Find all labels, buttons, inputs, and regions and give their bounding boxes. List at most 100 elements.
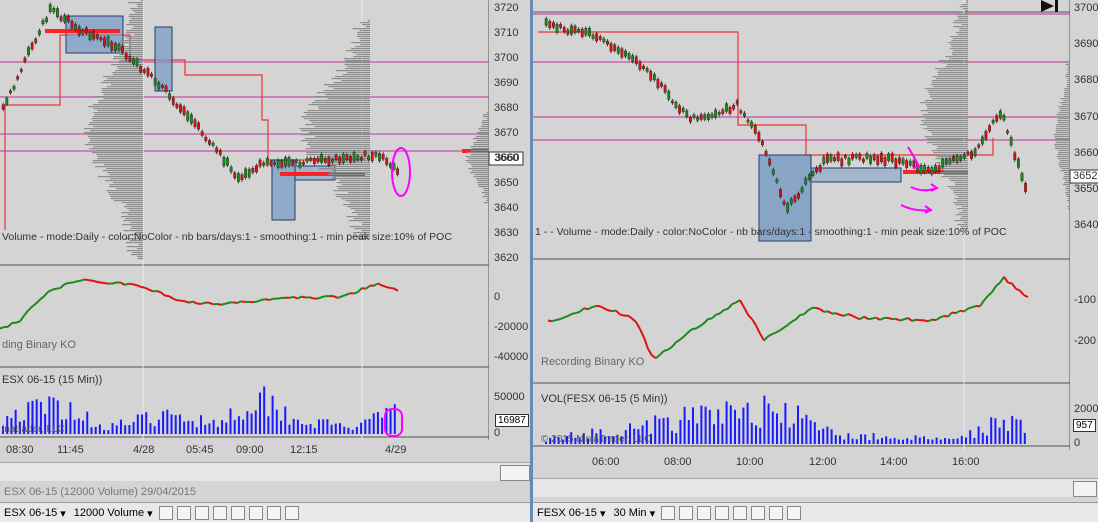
zoom-icon[interactable] — [733, 506, 748, 520]
left-chart-window[interactable]: 3720 3710 3700 3690 3680 3670 3660 3650 3640 3630… — [0, 0, 534, 522]
zoom-icon[interactable] — [230, 506, 245, 520]
play-icon[interactable] — [1041, 0, 1058, 12]
profile-bar — [341, 198, 370, 200]
candle — [880, 152, 883, 163]
profile-bar — [476, 132, 489, 134]
candle — [872, 154, 876, 161]
oscillator-segment — [583, 307, 589, 311]
profile-bar — [1055, 124, 1070, 126]
volume-bar — [343, 426, 346, 434]
profile-bar — [955, 214, 968, 216]
oscillator-segment — [759, 333, 765, 342]
profile-bar — [482, 116, 489, 118]
volume-bar — [309, 424, 312, 434]
profile-bar — [313, 150, 370, 152]
profile-bar — [954, 198, 968, 200]
volume-bar — [889, 438, 892, 444]
candle — [973, 148, 977, 157]
instrument-selector[interactable]: FESX 06-15 ▾ — [533, 504, 610, 522]
candle — [327, 157, 331, 166]
profile-bar — [1063, 182, 1070, 184]
profile-bar — [958, 18, 968, 20]
drawing-tool-icon[interactable] — [679, 506, 694, 520]
candle — [378, 153, 381, 162]
candle — [70, 20, 74, 29]
volume-bar — [191, 421, 194, 434]
volume-bar — [939, 439, 942, 444]
instrument-selector[interactable]: ESX 06-15 ▾ — [0, 504, 70, 522]
interval-selector[interactable]: 12000 Volume ▾ — [70, 504, 157, 522]
add-indicator-icon[interactable] — [194, 506, 209, 520]
profile-bar — [107, 172, 143, 174]
profile-bar — [950, 180, 968, 182]
volume-bar — [881, 437, 883, 444]
volume-bar — [788, 427, 791, 444]
oscillator-segment — [120, 281, 126, 286]
profile-bar — [1058, 162, 1070, 164]
candle — [276, 160, 280, 168]
profile-bar — [1056, 132, 1070, 134]
candle — [955, 155, 959, 163]
axis-tick-label: 3690 — [494, 77, 519, 89]
profile-bar — [1068, 66, 1070, 68]
candle — [153, 78, 157, 86]
axis-tick-label: 3650 — [1074, 183, 1098, 195]
oscillator-segment — [27, 305, 33, 312]
volume-bar — [208, 423, 211, 434]
volume-bar — [923, 436, 925, 444]
scroll-right-button[interactable] — [1073, 481, 1097, 497]
profile-bar — [1061, 168, 1070, 170]
strategies-icon[interactable] — [266, 506, 281, 520]
time-tick-label: 08:00 — [664, 456, 692, 468]
candle — [811, 171, 815, 176]
indicators-icon[interactable] — [751, 506, 766, 520]
strategies-icon[interactable] — [769, 506, 784, 520]
indicators-icon[interactable] — [248, 506, 263, 520]
oscillator-segment — [671, 341, 677, 348]
volume-label: ESX 06-15 (15 Min)) — [2, 374, 103, 386]
candle — [804, 178, 808, 185]
candle — [244, 168, 248, 178]
horizontal-scrollbar[interactable] — [0, 462, 534, 481]
profile-bar — [961, 210, 968, 212]
candle — [865, 153, 869, 159]
properties-icon[interactable] — [284, 506, 299, 520]
candle — [128, 56, 132, 62]
profile-bar — [1064, 90, 1070, 92]
profile-bar — [105, 180, 143, 182]
chart-toolbar: FESX 06-15 ▾ 30 Min ▾ — [533, 502, 1098, 522]
horizontal-scrollbar[interactable] — [533, 478, 1098, 497]
oscillator-segment — [939, 315, 945, 319]
bar-type-icon[interactable] — [158, 506, 173, 520]
candle — [247, 168, 251, 178]
candle — [753, 125, 757, 134]
volume-bar — [998, 427, 1001, 444]
drawing-tool-icon[interactable] — [176, 506, 191, 520]
scroll-right-button[interactable] — [500, 465, 530, 481]
crosshair-icon[interactable] — [212, 506, 227, 520]
volume-bar — [725, 401, 728, 444]
right-chart-window[interactable]: 3700 3690 3680 3670 3660 3650 3640 3652 1 - - … — [530, 0, 1098, 522]
oscillator-segment — [659, 350, 665, 356]
crosshair-icon[interactable] — [715, 506, 730, 520]
profile-bar — [362, 24, 370, 26]
oscillator-segment — [691, 327, 697, 331]
interval-selector[interactable]: 30 Min ▾ — [610, 504, 660, 522]
volume-bar — [98, 424, 101, 434]
volume-bar — [195, 427, 198, 434]
candle — [717, 112, 721, 115]
bar-type-icon[interactable] — [661, 506, 676, 520]
properties-icon[interactable] — [787, 506, 802, 520]
oscillator-segment — [715, 312, 721, 316]
add-indicator-icon[interactable] — [697, 506, 712, 520]
profile-bar — [1066, 190, 1070, 192]
oscillator-segment — [903, 316, 909, 321]
volume-bar — [119, 419, 122, 434]
profile-bar — [961, 4, 968, 6]
profile-bar — [939, 60, 968, 62]
profile-bar — [953, 26, 968, 28]
oscillator-segment — [791, 318, 797, 323]
profile-bar — [323, 90, 370, 92]
profile-bar — [93, 108, 143, 110]
profile-bar — [920, 102, 968, 104]
